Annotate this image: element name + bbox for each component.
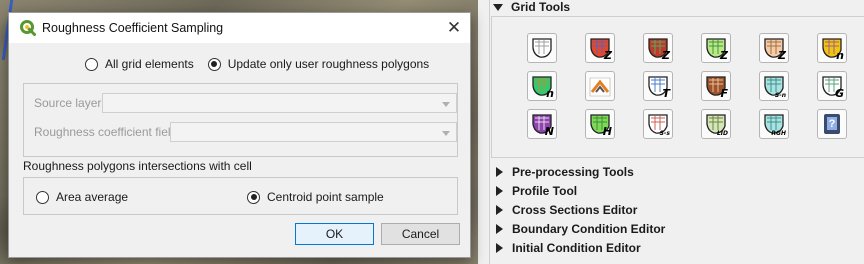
expand-triangle-icon [496, 224, 503, 234]
tool-button-create-grid[interactable] [527, 33, 557, 63]
close-icon[interactable]: ✕ [438, 13, 470, 43]
radio-label: Area average [56, 190, 129, 204]
dialog-title: Roughness Coefficient Sampling [42, 21, 224, 35]
tool-button-elevation-z[interactable]: Z [585, 33, 615, 63]
intersection-groupbox: Area average Centroid point sample [23, 177, 458, 215]
tool-letter: n [546, 87, 554, 100]
radio-indicator [247, 190, 260, 204]
tool-button-arf-f[interactable]: F [701, 71, 731, 101]
tree-item-label: Pre-processing Tools [512, 165, 634, 179]
collapse-triangle-icon [493, 3, 503, 11]
tool-letter: G [834, 87, 844, 100]
tool-letter: Z [662, 49, 670, 62]
mode-radio-group: All grid elements Update only user rough… [85, 57, 429, 71]
roughness-field-combo[interactable] [170, 122, 457, 142]
qgis-logo-icon [20, 20, 36, 36]
radio-indicator [36, 190, 49, 204]
source-groupbox: Source layer Roughness coefficient field [23, 83, 458, 157]
tool-letter: H [602, 125, 612, 138]
source-layer-combo[interactable] [102, 93, 457, 113]
tool-letter: Z [604, 49, 612, 62]
expand-triangle-icon [496, 205, 503, 215]
tool-button-grid-g[interactable]: G [817, 71, 847, 101]
tool-letter: S-n [774, 92, 786, 99]
arrows-icon [589, 77, 611, 97]
tool-button-points-z[interactable]: Z [643, 33, 673, 63]
tool-letter: Z [778, 49, 786, 62]
tool-button-lid[interactable]: LID [701, 109, 731, 139]
tool-letter: n [836, 49, 844, 62]
tree-item-profile-tool[interactable]: Profile Tool [496, 183, 577, 199]
tool-letter: LID [716, 130, 728, 137]
ok-button[interactable]: OK [295, 223, 374, 245]
dock-splitter[interactable] [478, 0, 490, 264]
tree-item-label: Initial Condition Editor [512, 241, 641, 255]
tool-button-sample-s-n[interactable]: S-n [759, 71, 789, 101]
radio-label: Centroid point sample [267, 190, 384, 204]
grid-tools-label: Grid Tools [511, 0, 571, 14]
radio-label: All grid elements [105, 57, 194, 71]
tool-button-polygon-z[interactable]: Z [759, 33, 789, 63]
roughness-field-label: Roughness coefficient field [34, 125, 178, 139]
tree-item-pre-processing-tools[interactable]: Pre-processing Tools [496, 164, 634, 180]
source-layer-label: Source layer [34, 96, 102, 110]
radio-area-average[interactable]: Area average [36, 190, 128, 204]
radio-centroid-point[interactable]: Centroid point sample [247, 190, 384, 204]
tool-letter: F [720, 87, 728, 100]
chevron-down-icon [442, 102, 450, 107]
tool-letter: S-s [659, 130, 670, 137]
tool-button-roughness-n-color[interactable]: n [527, 71, 557, 101]
tool-button-arrows[interactable] [585, 71, 615, 101]
help-glyph: ? [828, 118, 836, 130]
tree-item-label: Boundary Condition Editor [512, 222, 666, 236]
expand-triangle-icon [496, 186, 503, 196]
tool-letter: Z [720, 49, 728, 62]
chevron-down-icon [442, 131, 450, 136]
tool-button-depth-h[interactable]: H [585, 109, 615, 139]
tool-button-help[interactable]: ? [817, 109, 847, 139]
radio-indicator [85, 57, 98, 71]
create-grid-icon [532, 38, 552, 58]
tree-item-initial-condition-editor[interactable]: Initial Condition Editor [496, 240, 641, 256]
tool-button-sample-s-s[interactable]: S-s [643, 109, 673, 139]
grid-tools-buttons: Z Z Z Zn n T F S-n G N H S-s LID RGH? [527, 33, 847, 139]
intersection-label: Roughness polygons intersections with ce… [23, 159, 252, 173]
grid-tools-header[interactable]: Grid Tools [490, 0, 570, 14]
radio-update-user-polygons[interactable]: Update only user roughness polygons [207, 57, 430, 71]
dialog-titlebar[interactable]: Roughness Coefficient Sampling ✕ [9, 13, 470, 43]
radio-indicator [207, 57, 221, 71]
tool-button-roughness-n[interactable]: n [817, 33, 847, 63]
tree-item-cross-sections-editor[interactable]: Cross Sections Editor [496, 202, 637, 218]
tree-item-boundary-condition-editor[interactable]: Boundary Condition Editor [496, 221, 665, 237]
expand-triangle-icon [496, 243, 503, 253]
tree-item-label: Profile Tool [512, 184, 578, 198]
expand-triangle-icon [496, 167, 503, 177]
tool-button-manning-n[interactable]: N [527, 109, 557, 139]
radio-all-grid-elements[interactable]: All grid elements [85, 57, 194, 71]
tool-letter: RGH [771, 130, 786, 137]
tool-letter: T [662, 87, 670, 100]
tool-letter: N [544, 125, 554, 138]
tree-item-label: Cross Sections Editor [512, 203, 638, 217]
tool-button-tailwater-t[interactable]: T [643, 71, 673, 101]
cancel-button[interactable]: Cancel [381, 223, 460, 245]
tool-button-green-points-z[interactable]: Z [701, 33, 731, 63]
tool-button-rgh[interactable]: RGH [759, 109, 789, 139]
roughness-dialog: Roughness Coefficient Sampling ✕ All gri… [8, 12, 471, 258]
radio-label: Update only user roughness polygons [227, 57, 430, 71]
